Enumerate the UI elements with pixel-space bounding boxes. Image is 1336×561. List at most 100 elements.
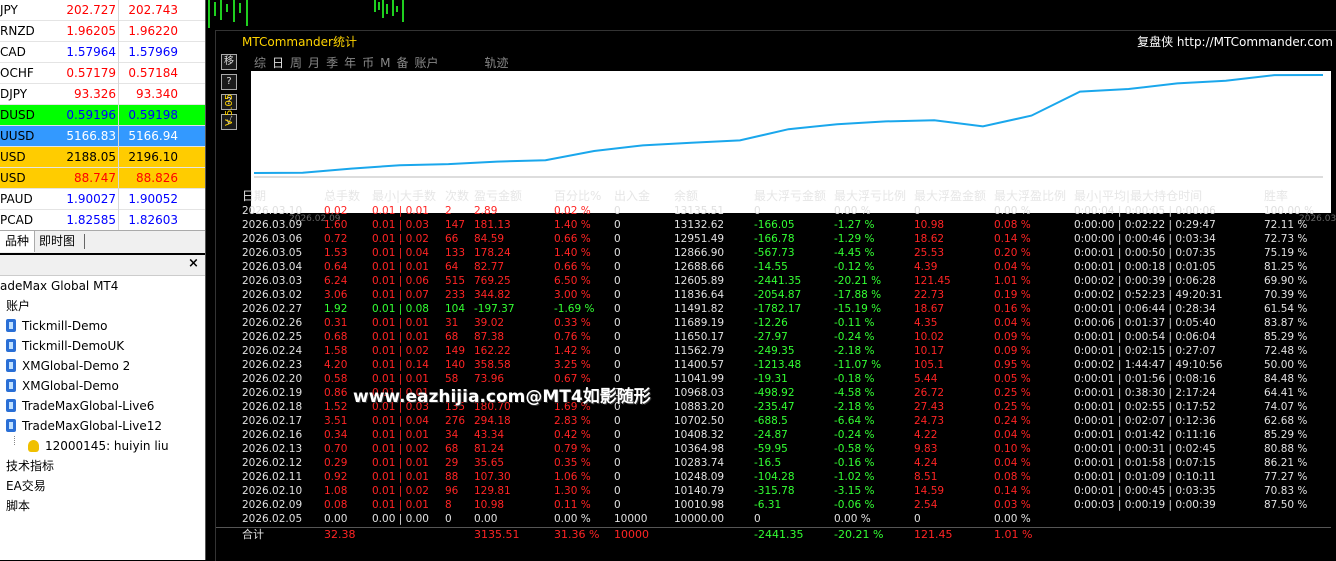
table-row[interactable]: 2026.02.23 4.20 0.01 | 0.14 140 358.58 3.25 %… (216, 358, 1307, 372)
period-tab[interactable]: 日 (272, 56, 284, 70)
table-row[interactable]: 2026.02.12 0.29 0.01 | 0.01 29 35.65 0.35 % 0 1… (216, 456, 1307, 470)
market-watch-row[interactable]: RNZD 1.96205 1.96220 (0, 21, 205, 42)
table-cell: 107.30 (474, 471, 511, 483)
table-cell: 0.00 % (994, 205, 1031, 217)
period-tab[interactable]: 轨迹 (485, 56, 509, 70)
period-tab[interactable]: 币 (362, 56, 374, 70)
column-header[interactable]: 余额 (674, 187, 698, 204)
period-tab[interactable]: 备 (396, 56, 408, 70)
nav-account-item[interactable]: XMGlobal-Demo 2 (6, 356, 130, 376)
period-tab[interactable]: 账户 (414, 56, 438, 70)
table-cell: 11689.19 (674, 317, 725, 329)
bid-price: 1.82585 (66, 213, 116, 227)
tab-tick-chart[interactable]: 即时图 (34, 231, 80, 252)
table-row[interactable]: 2026.03.10 0.02 0.01 | 0.01 2 2.89 0.02 % 0 131… (216, 204, 1314, 218)
table-cell: 1.30 % (554, 485, 591, 497)
table-cell: 0 (614, 499, 621, 511)
table-row[interactable]: 2026.02.05 0.00 0.00 | 0.00 0 0.00 0.00 % 1000… (216, 512, 1306, 526)
period-tab[interactable]: M (380, 56, 390, 70)
account-icon (6, 319, 16, 332)
nav-account-item[interactable]: TradeMaxGlobal-Live6 (6, 396, 154, 416)
table-row[interactable]: 2026.02.27 1.92 0.01 | 0.08 104 -197.37 -1.69… (216, 302, 1307, 316)
market-watch-row[interactable]: USD 2188.05 2196.10 (0, 147, 205, 168)
column-header[interactable]: 最大浮盈金额 (914, 187, 986, 204)
table-cell: 39.02 (474, 317, 505, 329)
table-row[interactable]: 2026.03.02 3.06 0.01 | 0.07 233 344.82 3.00 %… (216, 288, 1307, 302)
table-cell: 0.01 | 0.02 (372, 345, 429, 357)
brand-url[interactable]: http://MTCommander.com (1177, 35, 1333, 49)
market-watch-row[interactable]: DJPY 93.326 93.340 (0, 84, 205, 105)
nav-expert-advisors[interactable]: EA交易 (6, 476, 46, 496)
table-row[interactable]: 2026.02.26 0.31 0.01 | 0.01 31 39.02 0.33 % 0 1… (216, 316, 1307, 330)
table-row[interactable]: 2026.02.17 3.51 0.01 | 0.04 276 294.18 2.83 %… (216, 414, 1307, 428)
table-cell: 0.76 % (554, 331, 591, 343)
table-cell: 10000.00 (674, 513, 725, 525)
table-row[interactable]: 2026.03.03 6.24 0.01 | 0.06 515 769.25 6.50 %… (216, 274, 1307, 288)
table-row[interactable]: 2026.02.25 0.68 0.01 | 0.01 68 87.38 0.76 % 0 1… (216, 330, 1307, 344)
market-watch-row[interactable]: USD 88.747 88.826 (0, 168, 205, 189)
column-header[interactable]: 出入金 (614, 187, 650, 204)
nav-account-item[interactable]: Tickmill-Demo (6, 316, 108, 336)
table-row[interactable]: 2026.03.06 0.72 0.01 | 0.02 66 84.59 0.66 % 0 1… (216, 232, 1307, 246)
nav-accounts[interactable]: 账户 (6, 296, 30, 316)
table-row[interactable]: 2026.03.04 0.64 0.01 | 0.01 64 82.77 0.66 % 0 1… (216, 260, 1307, 274)
column-header[interactable]: 最小|平均|最大持仓时间 (1074, 187, 1202, 204)
market-watch-row[interactable]: PAUD 1.90027 1.90052 (0, 189, 205, 210)
column-header[interactable]: 最大浮亏金额 (754, 187, 826, 204)
market-watch-row[interactable]: OCHF 0.57179 0.57184 (0, 63, 205, 84)
period-tab[interactable]: 周 (290, 56, 302, 70)
market-watch-row[interactable]: PCAD 1.82585 1.82603 (0, 210, 205, 231)
table-row[interactable]: 2026.02.13 0.70 0.01 | 0.02 68 81.24 0.79 % 0 1… (216, 442, 1307, 456)
table-cell: 13135.51 (674, 205, 725, 217)
column-header[interactable]: 日期 (242, 187, 266, 204)
table-cell: 100.00 % (1264, 205, 1315, 217)
column-header[interactable]: 最大浮亏比例 (834, 187, 906, 204)
nav-account-item[interactable]: Tickmill-DemoUK (6, 336, 124, 356)
nav-account-item[interactable]: XMGlobal-Demo (6, 376, 119, 396)
symbol-name: USD (0, 171, 26, 185)
period-tab[interactable]: 年 (344, 56, 356, 70)
help-button[interactable]: ? (221, 74, 237, 90)
table-row[interactable]: 2026.02.24 1.58 0.01 | 0.02 149 162.22 1.42 %… (216, 344, 1307, 358)
table-cell: 2026.02.16 (242, 429, 303, 441)
table-row[interactable]: 2026.02.16 0.34 0.01 | 0.01 34 43.34 0.42 % 0 1… (216, 428, 1307, 442)
column-header[interactable]: 胜率 (1264, 187, 1288, 204)
move-button[interactable]: 移 (221, 54, 237, 70)
table-cell: -20.21 % (834, 275, 882, 287)
table-cell: 34 (445, 429, 459, 441)
market-watch-row[interactable]: CAD 1.57964 1.57969 (0, 42, 205, 63)
nav-scripts[interactable]: 脚本 (6, 496, 30, 516)
table-row[interactable]: 2026.02.09 0.08 0.01 | 0.01 8 10.98 0.11 % 0 10… (216, 498, 1307, 512)
column-header[interactable]: 百分比% (554, 187, 601, 204)
column-header[interactable]: 总手数 (324, 187, 360, 204)
nav-account-item[interactable]: TradeMaxGlobal-Live12 (6, 416, 162, 436)
table-row[interactable]: 2026.03.09 1.60 0.01 | 0.03 147 181.13 1.40 %… (216, 218, 1307, 232)
nav-indicators[interactable]: 技术指标 (6, 456, 54, 476)
table-row[interactable]: 2026.02.10 1.08 0.01 | 0.02 96 129.81 1.30 % 0… (216, 484, 1307, 498)
table-row[interactable]: 2026.02.11 0.92 0.01 | 0.01 88 107.30 1.06 % 0… (216, 470, 1307, 484)
table-cell: -19.31 (754, 373, 788, 385)
table-row[interactable]: 2026.03.05 1.53 0.01 | 0.04 133 178.24 1.40 %… (216, 246, 1307, 260)
tab-symbols[interactable]: 品种 (0, 231, 36, 252)
column-header[interactable]: 盈亏金额 (474, 187, 522, 204)
table-cell: 11491.82 (674, 303, 725, 315)
market-watch-row[interactable]: JPY 202.727 202.743 (0, 0, 205, 21)
period-tab[interactable]: 季 (326, 56, 338, 70)
market-watch-row[interactable]: DUSD 0.59196 0.59198 (0, 105, 205, 126)
market-watch-row[interactable]: UUSD 5166.83 5166.94 (0, 126, 205, 147)
table-cell: 0 (754, 513, 761, 525)
column-header[interactable]: 最大浮盈比例 (994, 187, 1066, 204)
table-cell: 147 (445, 219, 466, 231)
period-tab[interactable]: 月 (308, 56, 320, 70)
table-cell: 84.59 (474, 233, 505, 245)
symbol-name: PAUD (0, 192, 33, 206)
table-cell: 0:00:01 | 0:02:07 | 0:12:36 (1074, 415, 1216, 427)
table-cell: 10.98 (474, 499, 505, 511)
column-separator (118, 126, 119, 147)
column-header[interactable]: 最小|大手数 (372, 187, 436, 204)
navigator-close-button[interactable]: × (188, 256, 199, 271)
nav-user-account[interactable]: 12000145: huiyin liu (28, 436, 169, 456)
period-tab[interactable]: 综 (254, 56, 266, 70)
column-header[interactable]: 次数 (445, 187, 469, 204)
nav-root[interactable]: adeMax Global MT4 (0, 276, 118, 296)
